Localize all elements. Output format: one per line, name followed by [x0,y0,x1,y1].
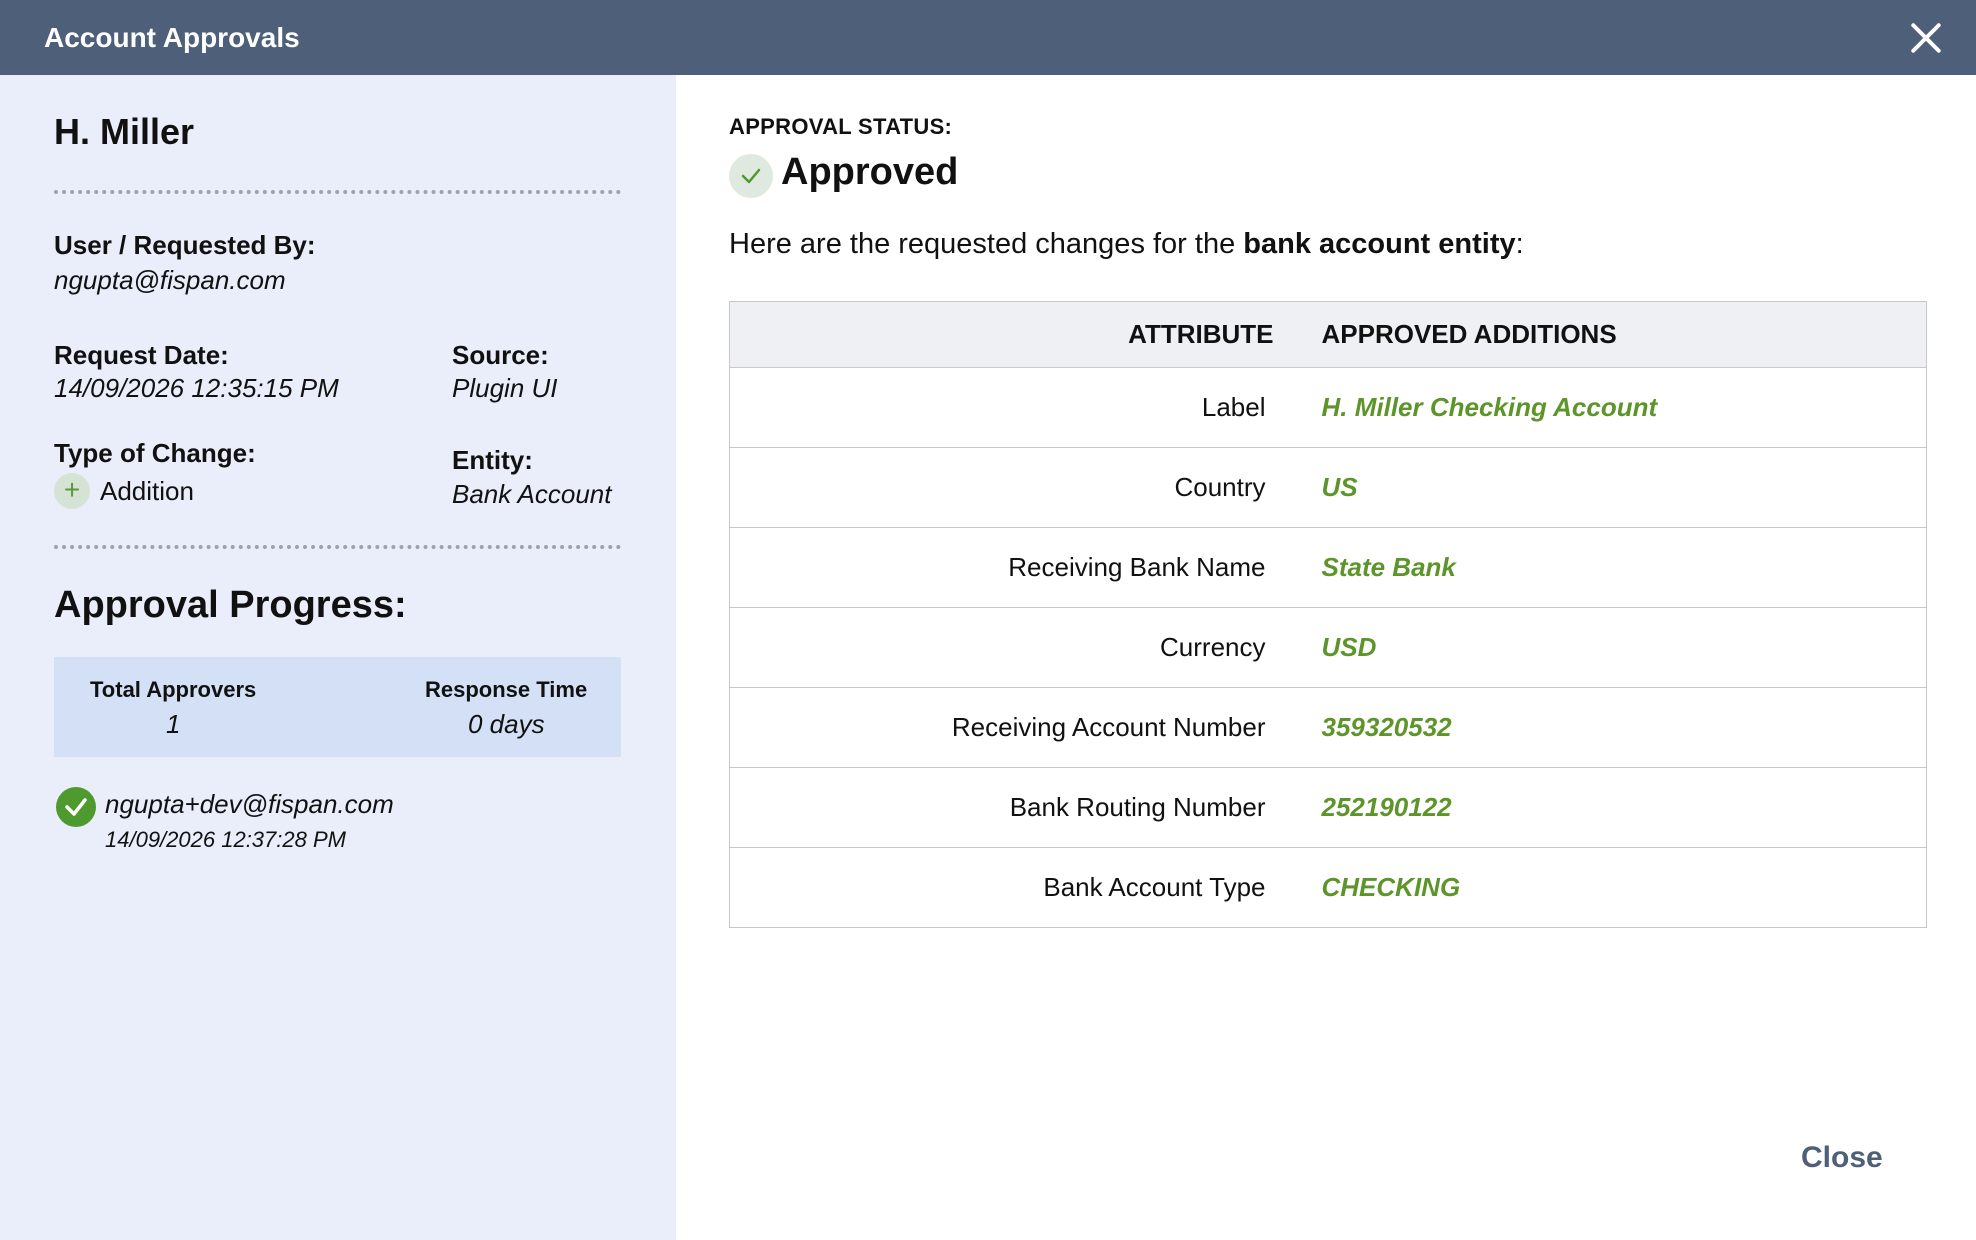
requested-by-label: User / Requested By: [54,230,316,260]
approval-stats: Total Approvers 1 Response Time 0 days [54,657,621,757]
table-row: Bank Account Type CHECKING [729,847,1927,928]
value-cell: State Bank [1321,527,1927,608]
value-cell: 252190122 [1321,767,1927,848]
close-button[interactable]: Close [1801,1141,1883,1175]
value-cell: US [1321,447,1927,528]
divider [54,190,621,194]
attribute-cell: Receiving Bank Name [729,527,1322,608]
request-date-label: Request Date: [54,340,229,370]
type-of-change-label: Type of Change: [54,438,256,468]
plus-icon: + [54,473,90,509]
value-cell: 359320532 [1321,687,1927,768]
column-header-approved-additions: APPROVED ADDITIONS [1321,301,1927,368]
attribute-cell: Bank Account Type [729,847,1322,928]
attribute-cell: Bank Routing Number [729,767,1322,848]
divider [54,545,621,549]
entity-label: Entity: [452,445,533,475]
approval-status-label: APPROVAL STATUS: [729,114,953,139]
request-details-panel: H. Miller User / Requested By: ngupta@fi… [0,75,676,1240]
intro-text: Here are the requested changes for the [729,228,1244,260]
attribute-cell: Label [729,367,1322,448]
table-row: Receiving Account Number 359320532 [729,687,1927,768]
table-header-row: ATTRIBUTE APPROVED ADDITIONS [729,301,1927,368]
value-cell: CHECKING [1321,847,1927,928]
attribute-cell: Receiving Account Number [729,687,1322,768]
requested-by-value: ngupta@fispan.com [54,265,286,295]
changes-intro: Here are the requested changes for the b… [729,228,1524,261]
intro-entity: bank account entity [1243,228,1516,260]
response-time-value: 0 days [468,709,545,739]
request-date-value: 14/09/2026 12:35:15 PM [54,373,339,403]
source-label: Source: [452,340,549,370]
attribute-cell: Country [729,447,1322,528]
approval-detail-panel: APPROVAL STATUS: Approved Here are the r… [676,75,1976,1240]
value-cell: H. Miller Checking Account [1321,367,1927,448]
requester-name: H. Miller [54,111,195,152]
total-approvers-label: Total Approvers [90,677,257,702]
window-title: Account Approvals [44,21,300,53]
table-row: Currency USD [729,607,1927,688]
approver-time: 14/09/2026 12:37:28 PM [105,827,346,852]
approved-check-icon [56,787,96,827]
changes-table: ATTRIBUTE APPROVED ADDITIONS Label H. Mil… [729,301,1927,928]
entity-value: Bank Account [452,479,612,509]
table-row: Country US [729,447,1927,528]
approval-progress-title: Approval Progress: [54,584,407,626]
table-row: Receiving Bank Name State Bank [729,527,1927,608]
column-header-attribute: ATTRIBUTE [729,301,1322,368]
total-approvers-value: 1 [166,709,181,739]
title-bar: Account Approvals [0,0,1976,75]
approval-status-value: Approved [781,151,959,193]
response-time-label: Response Time [425,677,588,702]
check-icon [729,154,773,198]
table-row: Label H. Miller Checking Account [729,367,1927,448]
intro-suffix: : [1515,228,1524,260]
value-cell: USD [1321,607,1927,688]
type-of-change-value: Addition [100,476,194,506]
source-value: Plugin UI [452,373,558,403]
attribute-cell: Currency [729,607,1322,688]
close-icon[interactable] [1904,16,1948,60]
approver-email: ngupta+dev@fispan.com [105,789,394,819]
table-row: Bank Routing Number 252190122 [729,767,1927,848]
